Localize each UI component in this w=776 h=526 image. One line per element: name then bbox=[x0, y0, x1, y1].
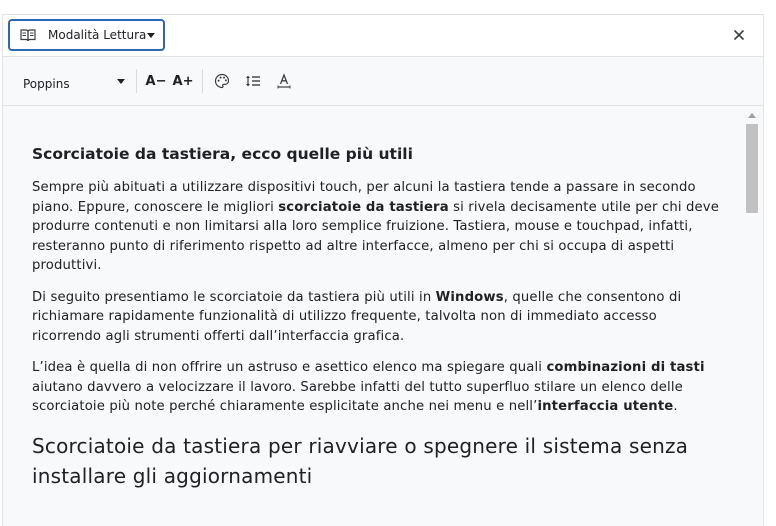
article-subheading: Scorciatoie da tastiera, ecco quelle più… bbox=[32, 145, 413, 163]
scrollbar-thumb[interactable] bbox=[746, 124, 758, 213]
bold-text: interfaccia utente bbox=[537, 399, 674, 414]
reading-mode-panel: Modalità Lettura Poppins A− A+ Scorciato… bbox=[2, 14, 764, 526]
bold-text: Windows bbox=[435, 289, 504, 305]
article-paragraph: L’idea è quella di non offrire un astrus… bbox=[32, 358, 720, 417]
font-family-label: Poppins bbox=[23, 77, 70, 91]
reading-content: Scorciatoie da tastiera, ecco quelle più… bbox=[3, 106, 743, 526]
increase-font-size-button[interactable]: A+ bbox=[172, 70, 194, 92]
article: Scorciatoie da tastiera, ecco quelle più… bbox=[32, 106, 720, 491]
toolbar-divider bbox=[202, 69, 203, 93]
reading-mode-dropdown[interactable]: Modalità Lettura bbox=[8, 19, 165, 51]
line-spacing-icon[interactable] bbox=[245, 73, 261, 89]
article-paragraph: Di seguito presentiamo le scorciatoie da… bbox=[32, 288, 720, 347]
reading-mode-header: Modalità Lettura bbox=[3, 15, 763, 57]
reading-mode-label: Modalità Lettura bbox=[48, 28, 147, 42]
chevron-down-icon bbox=[117, 79, 125, 84]
reading-toolbar: Poppins A− A+ bbox=[3, 57, 763, 106]
close-icon[interactable] bbox=[731, 27, 747, 43]
letter-spacing-icon[interactable] bbox=[276, 73, 292, 89]
bold-text: combinazioni di tasti bbox=[546, 360, 705, 375]
vertical-scrollbar[interactable] bbox=[743, 106, 763, 526]
scroll-up-arrow-icon[interactable] bbox=[748, 113, 756, 118]
book-icon bbox=[20, 29, 36, 42]
decrease-font-size-button[interactable]: A− bbox=[145, 70, 167, 92]
toolbar-divider bbox=[136, 69, 137, 93]
article-heading: Scorciatoie da tastiera per riavviare o … bbox=[32, 433, 689, 488]
text-run: . bbox=[673, 399, 678, 414]
text-run: Di seguito presentiamo le scorciatoie da… bbox=[32, 289, 436, 305]
font-family-dropdown[interactable]: Poppins bbox=[23, 73, 127, 91]
text-run: L’idea è quella di non offrire un astrus… bbox=[32, 360, 547, 375]
article-paragraph: Sempre più abituati a utilizzare disposi… bbox=[32, 178, 720, 276]
chevron-down-icon bbox=[147, 33, 155, 38]
palette-icon[interactable] bbox=[214, 73, 230, 89]
bold-text: scorciatoie da tastiera bbox=[278, 199, 449, 215]
